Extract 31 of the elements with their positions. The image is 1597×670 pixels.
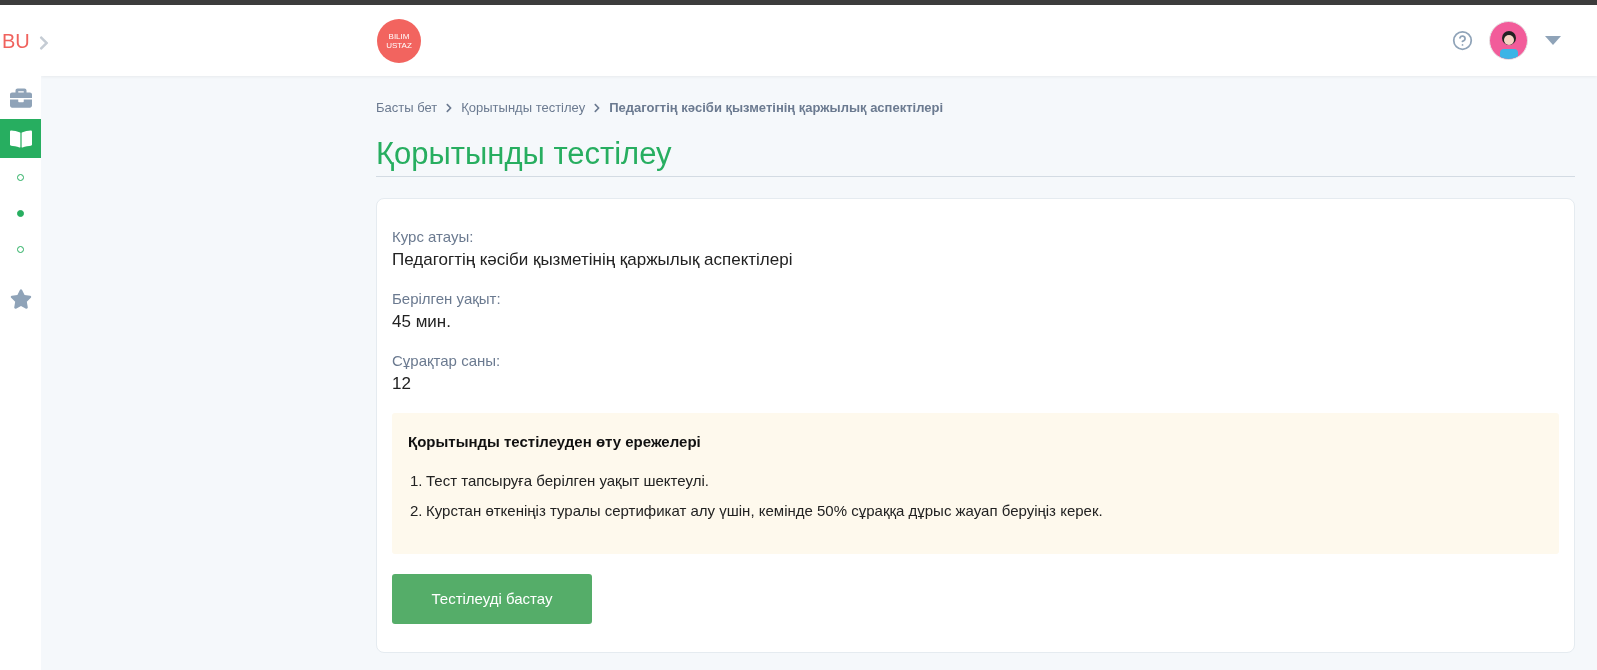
field-value: 45 мин. — [392, 310, 452, 333]
sidebar-item[interactable] — [0, 119, 41, 158]
breadcrumb-current: Педагогтің кәсіби қызметінің қаржылық аспектілері — [609, 99, 944, 117]
chevron-right-icon — [593, 102, 602, 113]
logo-text: USTAZ — [386, 40, 412, 50]
breadcrumb-link[interactable]: Қорытынды тестілеу — [461, 98, 586, 118]
field-label: Курс атауы: — [392, 226, 475, 247]
rules-title: Қорытынды тестілеуден өту ережелері — [408, 431, 702, 452]
briefcase-icon — [9, 86, 32, 109]
person-silhouette-icon — [1497, 29, 1520, 59]
avatar[interactable] — [1489, 21, 1528, 60]
book-icon — [9, 127, 32, 150]
chevron-right-icon — [445, 102, 454, 113]
bilim-ustaz-logo[interactable]: BILIM USTAZ — [377, 18, 421, 63]
chevron-right-icon — [38, 35, 50, 51]
caret-down-icon[interactable] — [1545, 36, 1561, 45]
star-icon — [9, 287, 32, 310]
rule-text: Тест тапсыруға берілген уақыт шектеулі. — [426, 471, 709, 491]
field-value: 12 — [392, 372, 412, 395]
help-icon[interactable] — [1452, 30, 1473, 51]
start-test-button[interactable]: Тестілеуді бастау — [392, 574, 592, 624]
rule-number: 1. — [410, 471, 424, 491]
page-title: Қорытынды тестілеу — [376, 133, 1575, 177]
logo-text: BILIM — [388, 31, 410, 41]
breadcrumb-link[interactable]: Басты бет — [376, 98, 438, 118]
brand-logo: BU — [2, 31, 30, 51]
rule-text: Курстан өткеніңіз туралы сертификат алу үшін, кемінде 50% сұраққа дұрыс жауап беруіңіз керек. — [426, 501, 1103, 521]
rule-number: 2. — [410, 501, 424, 521]
field-value: Педагогтің кәсіби қызметінің қаржылық аспектілері — [392, 248, 794, 271]
field-label: Сұрақтар саны: — [392, 350, 502, 371]
field-label: Берілген уақыт: — [392, 288, 502, 309]
